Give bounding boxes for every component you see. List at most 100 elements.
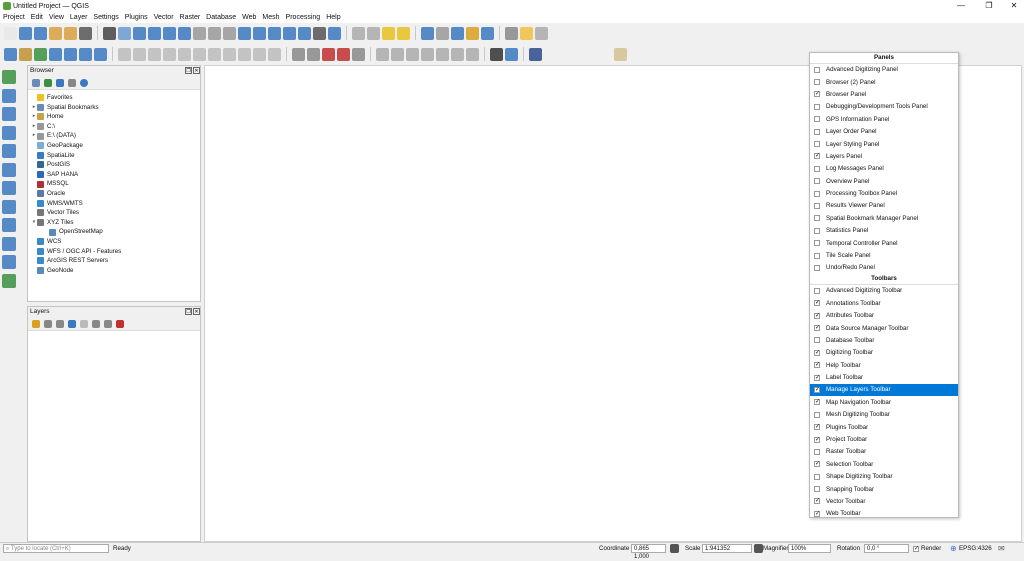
browser-item[interactable]: ▸ C:\	[31, 122, 200, 132]
collapse-all-icon[interactable]	[104, 319, 112, 328]
toolbars-menu-item[interactable]: ✓ Project Toolbar	[810, 433, 958, 445]
checkbox[interactable]: ✓	[814, 312, 820, 319]
toolbar1-tool-icon[interactable]	[148, 26, 161, 40]
browser-item[interactable]: GeoPackage	[31, 141, 200, 151]
magnifier-field[interactable]: 100%	[788, 544, 831, 553]
toolbar1-tool-icon[interactable]	[352, 26, 365, 40]
toolbars-menu-item[interactable]: ✓ Data Source Manager Toolbar	[810, 322, 958, 334]
filter-icon[interactable]	[56, 78, 64, 87]
checkbox[interactable]	[814, 448, 820, 455]
toolbar2-tool-icon[interactable]	[436, 47, 449, 61]
add-group-icon[interactable]	[44, 319, 52, 328]
toolbars-menu-item[interactable]: ✓ Help Toolbar	[810, 359, 958, 371]
locator-search-input[interactable]: ⌕ Type to locate (Ctrl+K)	[3, 544, 109, 553]
menu-plugins[interactable]: Plugins	[122, 14, 151, 21]
panels-menu-item[interactable]: GPS Information Panel	[810, 113, 958, 125]
checkbox[interactable]	[814, 473, 820, 480]
coordinate-field[interactable]: 0,865 1,000	[631, 544, 666, 560]
toolbar2-tool-icon[interactable]	[178, 47, 191, 61]
menu-help[interactable]: Help	[323, 14, 343, 21]
toolbars-menu-item[interactable]: ✓ Digitizing Toolbar	[810, 347, 958, 359]
toolbar1-tool-icon[interactable]	[64, 26, 77, 40]
toolbar2-tool-icon[interactable]	[4, 47, 17, 61]
panels-menu-item[interactable]: Undo/Redo Panel	[810, 262, 958, 274]
checkbox[interactable]: ✓	[814, 510, 820, 517]
checkbox[interactable]	[814, 337, 820, 344]
browser-item[interactable]: ArcGIS REST Servers	[31, 256, 200, 266]
toolbar1-tool-icon[interactable]	[223, 26, 236, 40]
checkbox[interactable]	[814, 178, 820, 185]
browser-item[interactable]: WCS	[31, 237, 200, 247]
toolbars-menu-item[interactable]: ✓ Plugins Toolbar	[810, 421, 958, 433]
toolbar1-tool-icon[interactable]	[103, 26, 116, 40]
browser-item[interactable]: ▸ Home	[31, 112, 200, 122]
toolbar1-tool-icon[interactable]	[238, 26, 251, 40]
toolbar1-tool-icon[interactable]	[298, 26, 311, 40]
panels-menu-item[interactable]: Overview Panel	[810, 175, 958, 187]
toolbar2-tool-icon[interactable]	[307, 47, 320, 61]
toolbar2-tool-icon[interactable]	[391, 47, 404, 61]
add-layer-tool-icon[interactable]	[2, 273, 16, 288]
browser-item[interactable]: GeoNode	[31, 266, 200, 276]
browser-item[interactable]: WFS / OGC API - Features	[31, 247, 200, 257]
crs-globe-icon[interactable]: ⊕	[950, 544, 957, 553]
toolbars-menu-item[interactable]: Mesh Digitizing Toolbar	[810, 409, 958, 421]
checkbox[interactable]: ✓	[814, 349, 820, 356]
checkbox[interactable]	[814, 252, 820, 259]
crs-label[interactable]: EPSG:4326	[959, 545, 992, 552]
info-icon[interactable]	[80, 78, 88, 87]
browser-item[interactable]: ▾ XYZ Tiles	[31, 218, 200, 228]
add-layer-tool-icon[interactable]	[2, 255, 16, 269]
add-layer-tool-icon[interactable]	[2, 199, 16, 214]
close-panel-button[interactable]: ✕	[193, 67, 200, 74]
toolbar1-tool-icon[interactable]	[19, 26, 32, 40]
toolbars-menu-item[interactable]: Shape Digitizing Toolbar	[810, 471, 958, 483]
toolbar2-tool-icon[interactable]	[148, 47, 161, 61]
toolbar1-tool-icon[interactable]	[436, 26, 449, 40]
label-tool-icon[interactable]	[614, 47, 627, 61]
toolbar2-tool-icon[interactable]	[79, 47, 92, 61]
toolbars-menu-item[interactable]: Database Toolbar	[810, 334, 958, 346]
toolbar1-tool-icon[interactable]	[208, 26, 221, 40]
checkbox[interactable]	[814, 202, 820, 209]
close-button[interactable]: ✕	[1005, 0, 1023, 12]
toolbar1-tool-icon[interactable]	[520, 26, 533, 40]
toolbar1-tool-icon[interactable]	[397, 26, 410, 40]
toolbars-menu-item[interactable]: ✓ Annotations Toolbar	[810, 297, 958, 309]
float-panel-button[interactable]: ❐	[185, 67, 192, 74]
checkbox[interactable]	[814, 227, 820, 234]
maximize-button[interactable]: ❐	[980, 0, 998, 12]
panels-menu-item[interactable]: Browser (2) Panel	[810, 76, 958, 88]
browser-item[interactable]: SAP HANA	[31, 170, 200, 180]
toolbar2-tool-icon[interactable]	[529, 47, 542, 61]
expand-all-icon[interactable]	[92, 319, 100, 328]
add-layer-tool-icon[interactable]	[2, 70, 16, 84]
checkbox[interactable]: ✓	[814, 424, 820, 431]
checkbox[interactable]: ✓	[814, 374, 820, 381]
toolbar2-tool-icon[interactable]	[292, 47, 305, 61]
toolbar1-tool-icon[interactable]	[283, 26, 296, 40]
checkbox[interactable]	[814, 486, 820, 493]
checkbox[interactable]: ✓	[814, 300, 820, 307]
toolbar2-tool-icon[interactable]	[337, 47, 350, 61]
checkbox[interactable]: ✓	[814, 436, 820, 443]
toolbars-menu-item[interactable]: ✓ Vector Toolbar	[810, 495, 958, 507]
render-checkbox[interactable]: ✓	[913, 546, 919, 552]
checkbox[interactable]: ✓	[814, 498, 820, 505]
browser-item[interactable]: Oracle	[31, 189, 200, 199]
browser-item[interactable]: ▸ E:\ (DATA)	[31, 131, 200, 141]
panels-menu-item[interactable]: Layer Order Panel	[810, 125, 958, 137]
toolbar1-tool-icon[interactable]	[466, 26, 479, 40]
toolbar1-tool-icon[interactable]	[49, 26, 62, 40]
toolbar2-tool-icon[interactable]	[253, 47, 266, 61]
menu-edit[interactable]: Edit	[28, 14, 46, 21]
checkbox[interactable]: ✓	[814, 325, 820, 331]
toolbar2-tool-icon[interactable]	[49, 47, 62, 61]
minimize-button[interactable]: —	[952, 0, 970, 12]
menu-raster[interactable]: Raster	[177, 14, 204, 21]
panels-menu-item[interactable]: Layer Styling Panel	[810, 138, 958, 150]
checkbox[interactable]	[814, 141, 820, 148]
browser-item[interactable]: SpatiaLite	[31, 151, 200, 161]
panels-menu-item[interactable]: Log Messages Panel	[810, 163, 958, 175]
toolbar1-tool-icon[interactable]	[382, 26, 395, 40]
